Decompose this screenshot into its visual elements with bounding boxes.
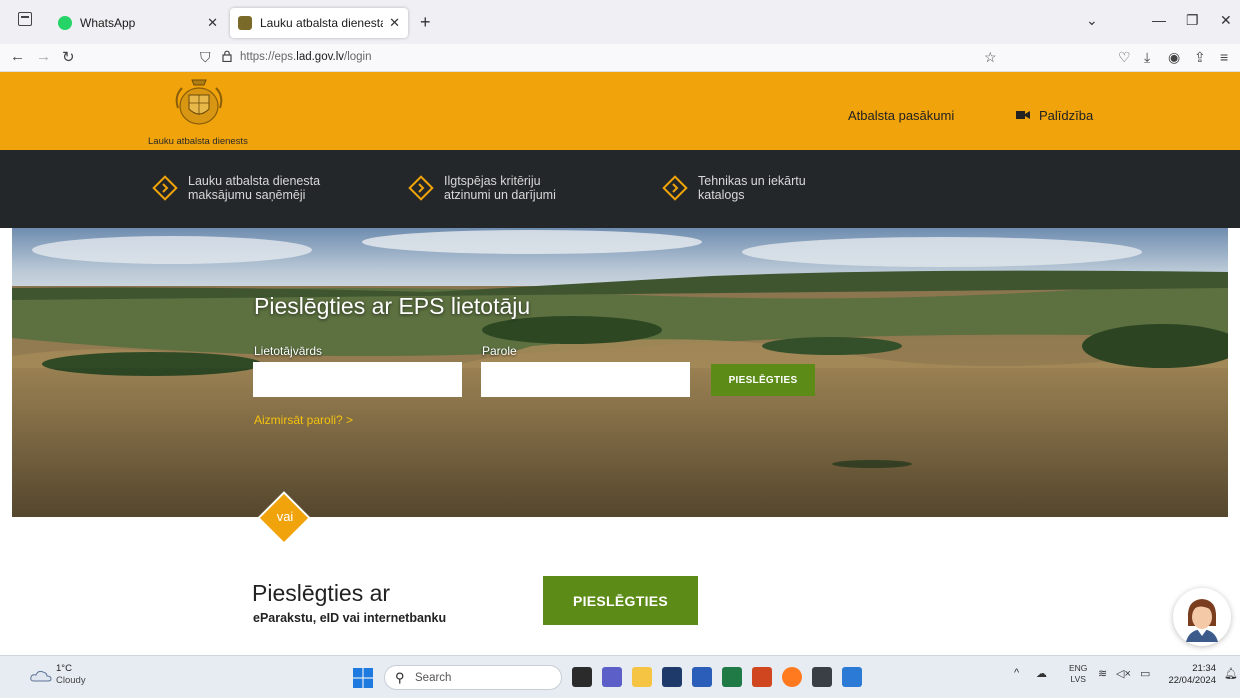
windows-taskbar: 1°C Cloudy ⚲ Search ^ ☁ ENG LVS ≋ ◁× ▭ 2… [0,655,1240,698]
search-icon: ⚲ [395,670,405,685]
whatsapp-icon [58,16,72,30]
alt-login-button[interactable]: PIESLĒGTIES [543,576,698,625]
taskbar-search[interactable]: ⚲ Search [384,665,562,690]
restore-button[interactable]: ❐ [1186,12,1199,29]
close-tab-icon[interactable]: ✕ [207,15,218,31]
video-camera-icon [1016,111,1030,119]
forgot-password-link[interactable]: Aizmirsāt paroli? > [254,413,353,427]
new-tab-button[interactable]: + [420,12,431,33]
firefox-icon[interactable] [782,667,802,687]
minimize-button[interactable]: — [1152,12,1166,28]
windows-start-icon[interactable] [353,668,373,688]
url-prefix: https://eps. [240,51,297,63]
chevron-diamond-icon [408,175,434,201]
menu-item-text: Lauku atbalsta dienesta maksājumu saņēmē… [188,174,358,202]
dropbox-icon[interactable] [662,667,682,687]
lock-icon[interactable] [222,50,232,62]
cloud-icon [30,670,52,682]
teams-icon[interactable] [602,667,622,687]
menu-item-line1: Ilgtspējas kritēriju [444,174,541,188]
tab-title: WhatsApp [80,16,136,30]
chevron-diamond-icon [662,175,688,201]
password-input[interactable] [481,362,690,397]
file-explorer-icon[interactable] [632,667,652,687]
weather-temperature[interactable]: 1°C [56,663,72,674]
extensions-icon[interactable]: ⇪ [1194,49,1206,66]
menu-item-line2: katalogs [698,188,745,202]
menu-item-line2: maksājumu saņēmēji [188,188,306,202]
pocket-icon[interactable]: ♡ [1118,49,1131,66]
menu-item-line1: Lauku atbalsta dienesta [188,174,321,188]
secondary-menu: Lauku atbalsta dienesta maksājumu saņēmē… [0,150,1240,228]
chevron-diamond-icon [152,175,178,201]
login-title: Pieslēgties ar EPS lietotāju [254,293,531,319]
tab-lad[interactable]: Lauku atbalsta dienesta E-pietei ✕ [230,8,408,38]
menu-item-equipment-catalog[interactable]: Tehnikas un iekārtu katalogs [662,174,868,202]
nav-support-measures[interactable]: Atbalsta pasākumi [848,108,954,123]
forward-icon[interactable]: → [36,48,51,65]
tab-title: Lauku atbalsta dienesta E-pietei [260,16,384,30]
powerpoint-icon[interactable] [752,667,772,687]
word-icon[interactable] [692,667,712,687]
onedrive-icon[interactable]: ☁ [1036,667,1047,680]
list-all-tabs-icon[interactable]: ⌄ [1086,12,1098,29]
system-clock[interactable]: 21:34 22/04/2024 [1164,663,1216,687]
login-button[interactable]: PIESLĒGTIES [711,364,815,396]
battery-icon[interactable]: ▭ [1140,667,1150,680]
alt-login-title: Pieslēgties ar [252,580,391,606]
lad-crest-icon [238,16,252,30]
browser-nav-bar: ← → ↻ ⛉ https://eps.lad.gov.lv/login ☆ ♡… [0,44,1240,72]
menu-item-line2: atzinumi un darījumi [444,188,556,202]
nav-help[interactable]: Palīdzība [1039,108,1093,123]
show-hidden-icons-icon[interactable]: ^ [1014,667,1019,679]
tab-list-icon[interactable] [18,12,32,26]
alt-login-subtitle: eParakstu, eID vai internetbanku [253,611,447,625]
url-field[interactable]: https://eps.lad.gov.lv/login [240,51,372,63]
username-input[interactable] [253,362,462,397]
browser-tab-bar: WhatsApp ✕ Lauku atbalsta dienesta E-pie… [0,0,1240,44]
assistant-avatar-icon [1186,599,1218,642]
back-icon[interactable]: ← [10,48,25,65]
excel-icon[interactable] [722,667,742,687]
menu-item-line1: Tehnikas un iekārtu [698,174,806,188]
menu-item-sustainability[interactable]: Ilgtspējas kritēriju atzinumi un darījum… [408,174,614,202]
clock-date: 22/04/2024 [1168,675,1216,686]
username-label: Lietotājvārds [254,344,323,358]
lang-line2: LVS [1070,674,1086,684]
downloads-icon[interactable]: ⤓ [1144,49,1150,66]
volume-muted-icon[interactable]: ◁× [1116,667,1131,680]
close-window-button[interactable]: ✕ [1220,12,1232,29]
lad-crest-logo[interactable] [170,78,228,128]
task-view-icon[interactable] [572,667,592,687]
close-tab-icon[interactable]: ✕ [389,15,400,31]
lang-line1: ENG [1069,663,1088,673]
bookmark-star-icon[interactable]: ☆ [984,49,997,66]
url-domain: lad.gov.lv [296,51,344,63]
account-icon[interactable]: ◉ [1168,49,1180,66]
password-label: Parole [482,344,517,358]
clock-time: 21:34 [1192,663,1216,674]
tracking-shield-icon[interactable]: ⛉ [200,49,211,66]
wifi-icon[interactable]: ≋ [1098,667,1107,680]
site-header: Lauku atbalsta dienests Atbalsta pasākum… [0,72,1240,150]
menu-item-text: Ilgtspējas kritēriju atzinumi un darījum… [444,174,614,202]
notifications-icon[interactable]: 🔔︎ [1224,667,1238,680]
url-path: /login [344,51,372,63]
chat-assistant-avatar[interactable] [1173,588,1231,646]
menu-item-payment-recipients[interactable]: Lauku atbalsta dienesta maksājumu saņēmē… [152,174,358,202]
tab-whatsapp[interactable]: WhatsApp ✕ [50,8,226,38]
search-label: Search [415,672,452,684]
snipping-tool-icon[interactable] [812,667,832,687]
reload-icon[interactable]: ↻ [62,48,75,66]
remote-desktop-icon[interactable] [842,667,862,687]
or-label: vai [276,509,294,524]
logo-text[interactable]: Lauku atbalsta dienests [148,136,248,147]
menu-item-text: Tehnikas un iekārtu katalogs [698,174,868,202]
input-language[interactable]: ENG LVS [1069,663,1087,685]
weather-condition[interactable]: Cloudy [56,675,86,686]
menu-icon[interactable]: ≡ [1220,49,1228,65]
